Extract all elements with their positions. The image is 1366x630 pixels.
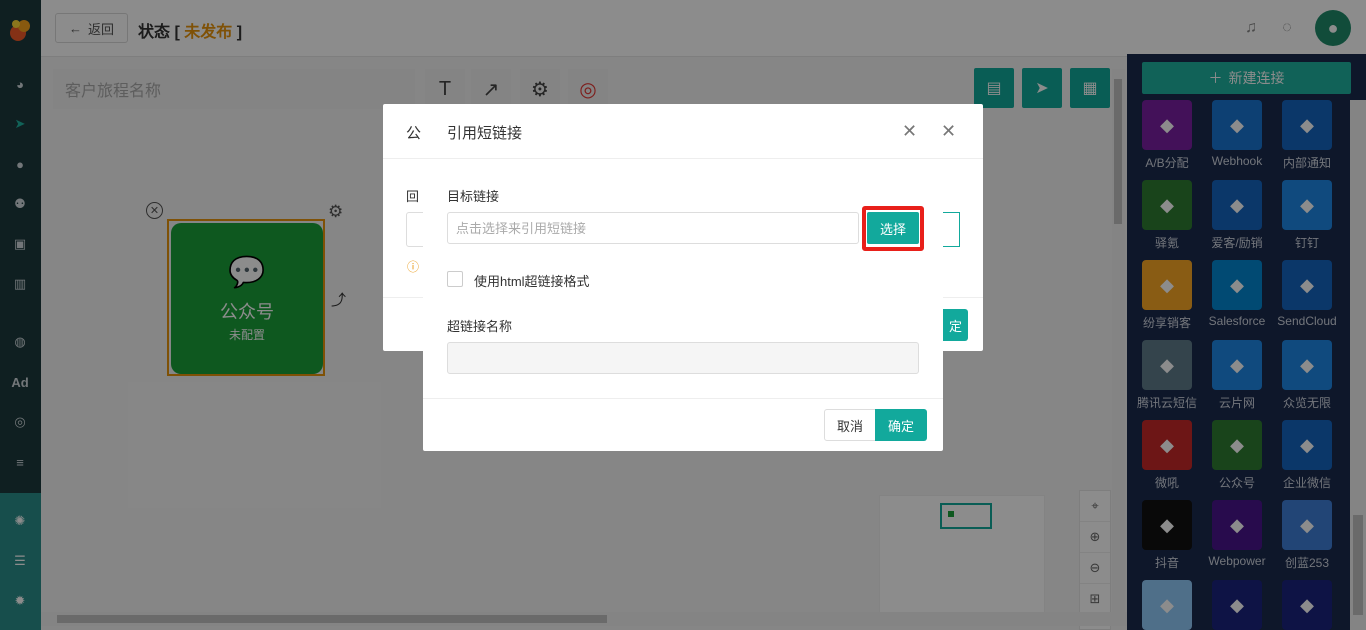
- config-field-label: 回: [406, 189, 420, 204]
- ok-button[interactable]: 确定: [875, 409, 927, 441]
- target-link-label: 目标链接: [447, 189, 500, 204]
- html-format-checkbox[interactable]: [447, 271, 463, 287]
- hyperlink-name-input[interactable]: [447, 342, 919, 374]
- close-icon[interactable]: ✕: [902, 121, 917, 142]
- dialog-title: 引用短链接: [447, 125, 523, 142]
- target-link-input[interactable]: [447, 212, 859, 244]
- select-button[interactable]: 选择: [867, 212, 919, 244]
- short-link-dialog: 引用短链接 ✕ 目标链接 选择 使用html超链接格式 超链接名称 取消 确定: [423, 104, 943, 451]
- hyperlink-name-label: 超链接名称: [447, 319, 513, 334]
- warning-icon: ⓘ: [407, 260, 420, 274]
- config-close-icon[interactable]: ✕: [941, 121, 956, 142]
- html-format-label: 使用html超链接格式: [474, 274, 590, 289]
- config-dialog-title: 公: [406, 125, 422, 142]
- cancel-button[interactable]: 取消: [824, 409, 876, 441]
